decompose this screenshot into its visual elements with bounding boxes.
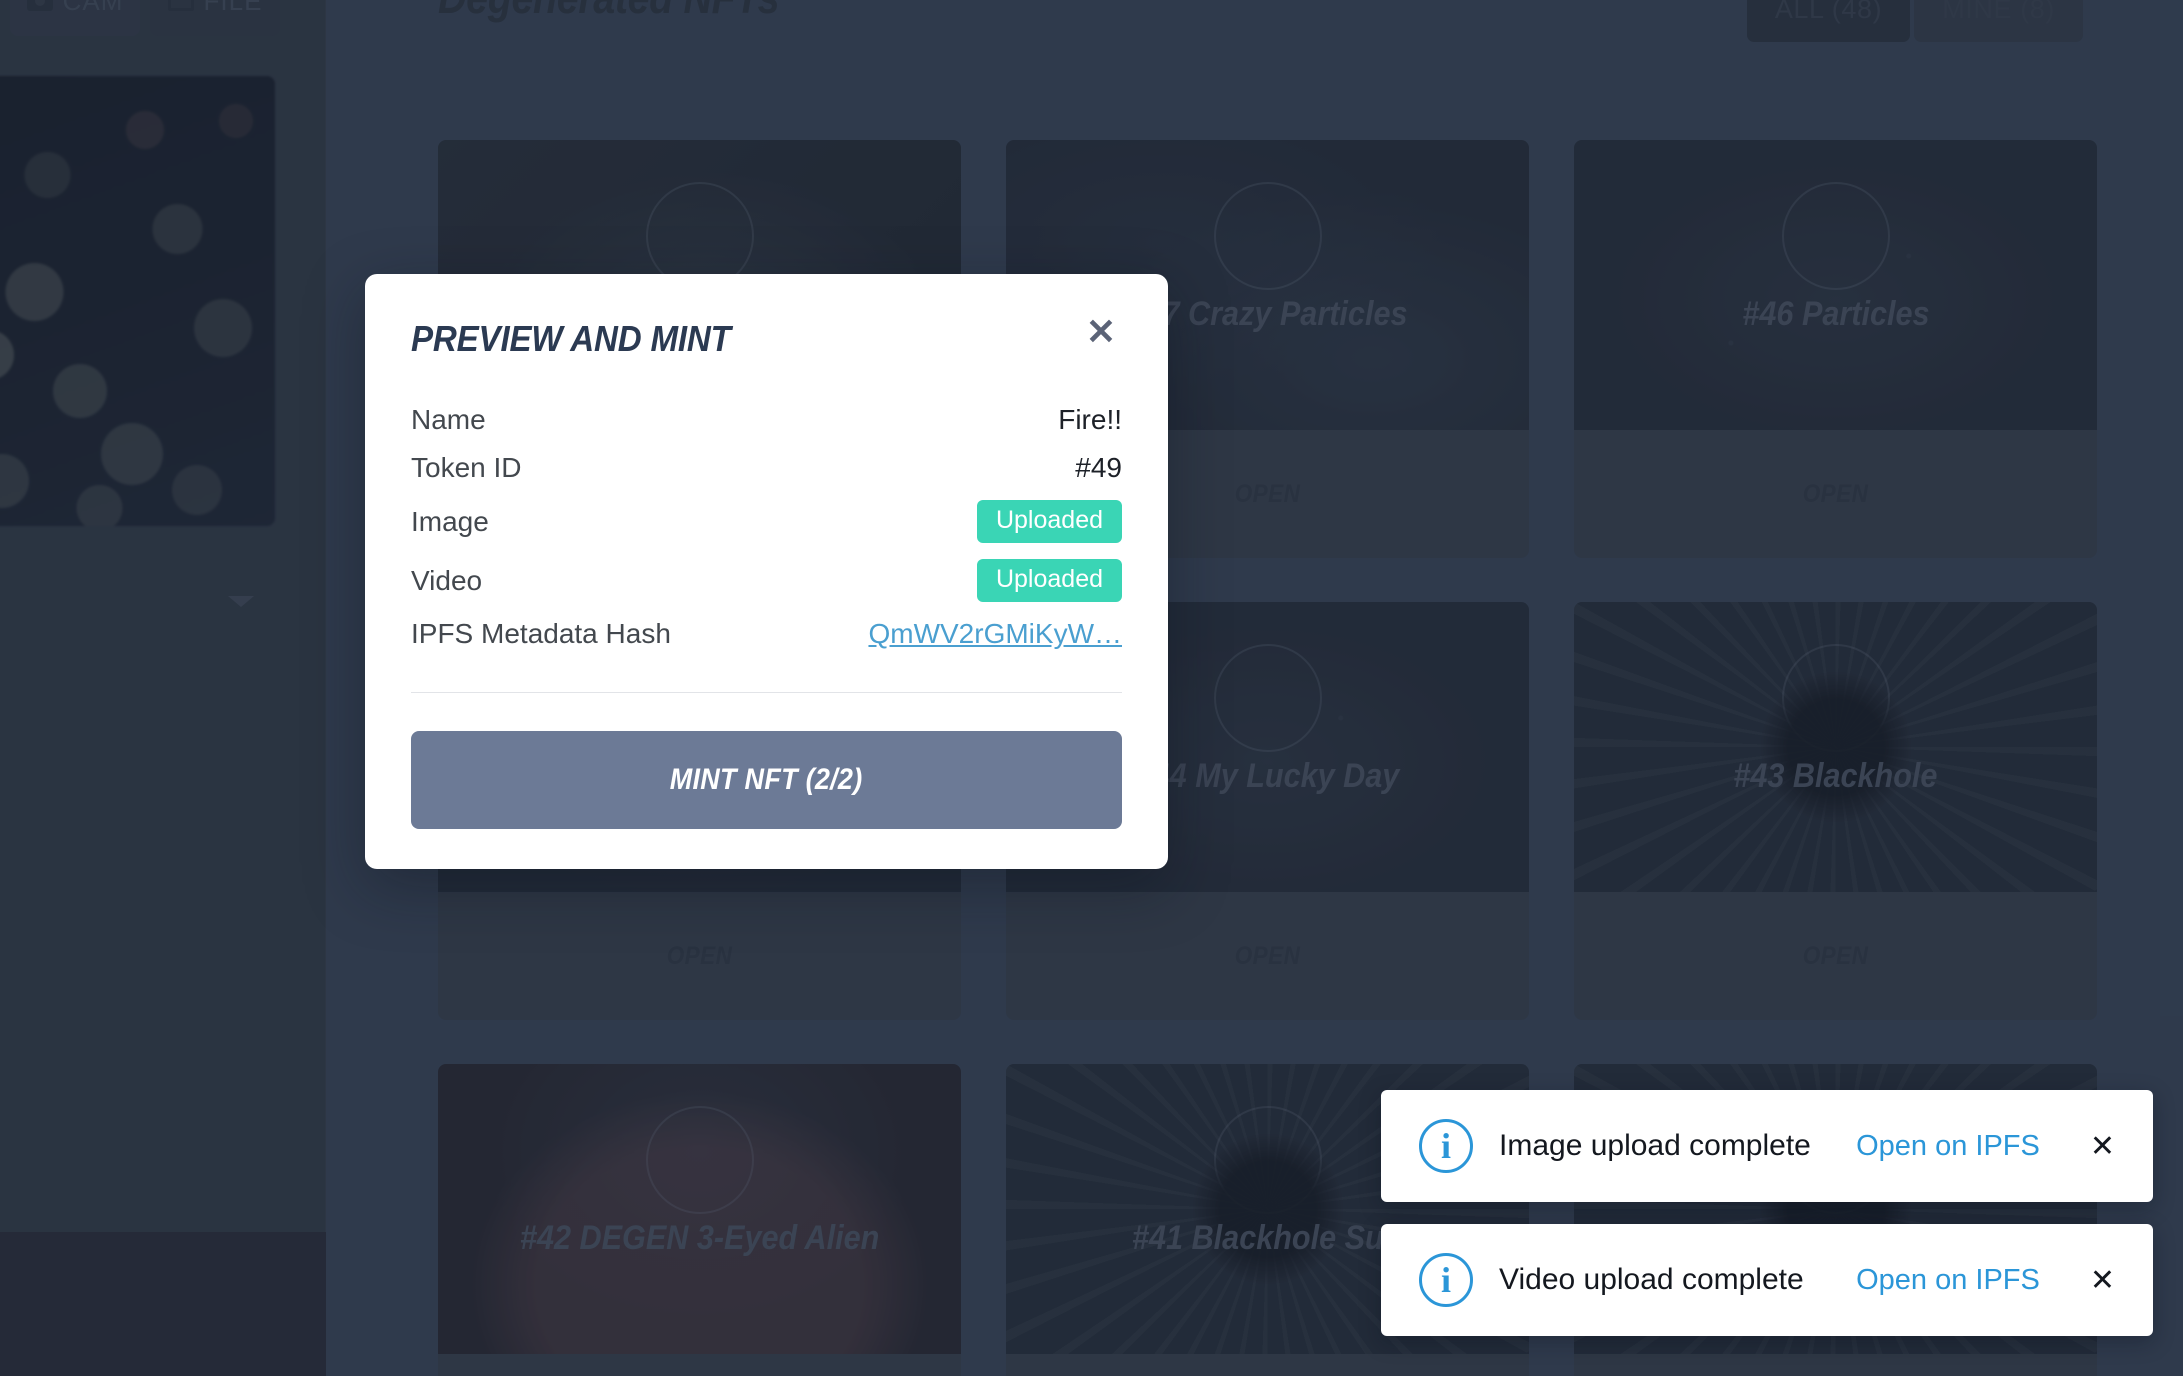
detail-row-ipfs-hash: IPFS Metadata Hash QmWV2rGMiKyW… [411, 610, 1122, 658]
toast-stack: i Image upload complete Open on IPFS ✕ i… [1381, 1090, 2153, 1336]
modal-title: PREVIEW AND MINT [411, 318, 731, 359]
nft-detail-list: Name Fire!! Token ID #49 Image Uploaded … [411, 396, 1122, 658]
detail-label: Video [411, 564, 483, 596]
close-icon[interactable]: ✕ [2082, 1125, 2123, 1168]
mint-nft-button-label: MINT NFT (2/2) [670, 763, 863, 796]
close-icon[interactable]: ✕ [1080, 312, 1122, 352]
toast-video-upload: i Video upload complete Open on IPFS ✕ [1381, 1224, 2153, 1336]
app-root: CAM FILE Degenerated NFTs ALL (48) MINE … [0, 0, 2183, 1376]
video-status-badge[interactable]: Uploaded [976, 559, 1122, 602]
detail-label: Name [411, 404, 486, 435]
detail-label: IPFS Metadata Hash [411, 618, 671, 649]
toast-message: Video upload complete [1499, 1263, 1804, 1296]
detail-row-image: Image Uploaded [411, 492, 1122, 551]
detail-label: Token ID [411, 452, 522, 483]
preview-and-mint-modal: PREVIEW AND MINT ✕ Name Fire!! Token ID … [365, 274, 1168, 869]
open-on-ipfs-link[interactable]: Open on IPFS [1856, 1264, 2040, 1297]
info-icon: i [1419, 1253, 1473, 1307]
close-icon[interactable]: ✕ [2082, 1259, 2123, 1302]
mint-nft-button[interactable]: MINT NFT (2/2) [411, 731, 1122, 829]
detail-row-video: Video Uploaded [411, 551, 1122, 610]
info-icon: i [1419, 1119, 1473, 1173]
modal-header: PREVIEW AND MINT ✕ [411, 314, 1122, 360]
modal-divider [411, 692, 1122, 693]
toast-image-upload: i Image upload complete Open on IPFS ✕ [1381, 1090, 2153, 1202]
detail-value: #49 [1075, 452, 1122, 483]
image-status-badge[interactable]: Uploaded [976, 500, 1122, 543]
detail-row-name: Name Fire!! [411, 396, 1122, 444]
ipfs-hash-link[interactable]: QmWV2rGMiKyW… [868, 618, 1122, 650]
detail-label: Image [411, 505, 489, 537]
detail-row-token-id: Token ID #49 [411, 444, 1122, 492]
toast-message: Image upload complete [1499, 1129, 1811, 1162]
detail-value: Fire!! [1058, 404, 1122, 435]
open-on-ipfs-link[interactable]: Open on IPFS [1856, 1130, 2040, 1163]
